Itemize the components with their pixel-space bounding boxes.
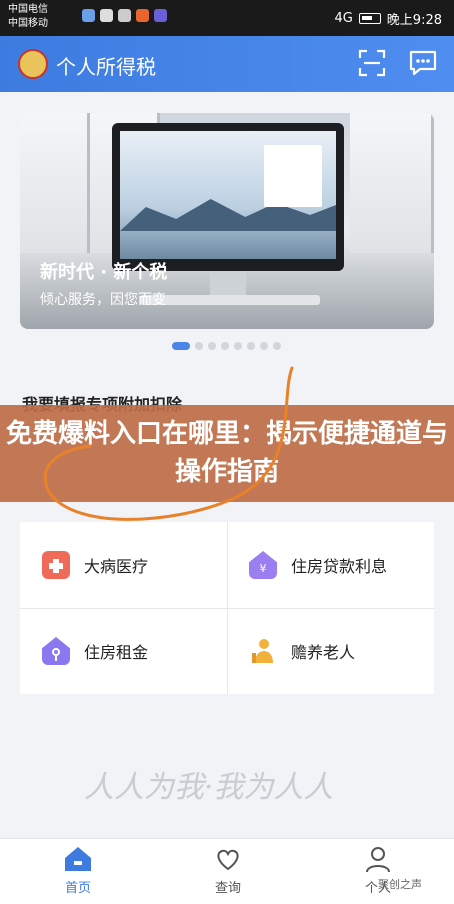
svg-text:¥: ¥ <box>260 562 267 575</box>
grid-divider <box>20 608 434 609</box>
promo-banner[interactable]: 新时代 · 新个税 倾心服务，因您而变 <box>20 113 434 329</box>
deduction-label: 大病医疗 <box>84 557 149 576</box>
annotation-scribble <box>43 366 294 521</box>
status-time: 晚上9:28 <box>386 13 442 28</box>
banner-subtitle: 倾心服务，因您而变 <box>40 292 166 308</box>
chat-notification-icon <box>100 9 113 22</box>
carrier-info: 中国电信 中国移动 <box>8 3 48 31</box>
carousel-dot[interactable] <box>260 342 268 350</box>
elder-icon <box>249 637 277 665</box>
bottom-nav: 首页 查询 个人 <box>0 838 454 904</box>
status-bar: 中国电信 中国移动 4G 晚上9:28 <box>0 0 454 36</box>
carousel-indicator[interactable] <box>172 342 281 350</box>
deduction-label: 住房贷款利息 <box>291 557 388 576</box>
slogan: 人人为我·我为人人 <box>84 770 334 805</box>
carousel-dot[interactable] <box>234 342 242 350</box>
network-type: 4G <box>334 11 353 26</box>
page-title: 个人所得税 <box>56 55 156 79</box>
screen-login-card <box>264 145 322 207</box>
window-decor <box>20 113 90 253</box>
watermark: 聚创之声 <box>378 878 422 891</box>
message-icon[interactable] <box>408 49 438 77</box>
image-notification-icon <box>118 9 131 22</box>
carrier-1: 中国电信 <box>8 4 48 15</box>
carousel-dot[interactable] <box>172 342 190 350</box>
video-notification-icon <box>136 9 149 22</box>
deduction-elderly[interactable]: 赡养老人 <box>227 608 434 694</box>
app2-notification-icon <box>154 9 167 22</box>
carousel-dot[interactable] <box>208 342 216 350</box>
deduction-rent[interactable]: 住房租金 <box>20 608 227 694</box>
scan-icon[interactable] <box>358 49 386 77</box>
carousel-dot[interactable] <box>221 342 229 350</box>
carousel-dot[interactable] <box>195 342 203 350</box>
person-icon <box>366 847 390 873</box>
battery-icon <box>358 13 381 24</box>
deduction-label: 住房租金 <box>84 643 149 662</box>
home-icon <box>65 847 91 871</box>
nav-home[interactable]: 首页 <box>38 845 118 896</box>
monitor-image <box>112 123 344 271</box>
nav-query[interactable]: 查询 <box>188 845 268 896</box>
query-icon <box>217 849 239 871</box>
nav-label: 查询 <box>214 881 241 896</box>
house-key-icon <box>42 637 70 665</box>
monitor-screen <box>120 131 336 259</box>
monitor-stand <box>210 271 246 295</box>
carrier-2: 中国移动 <box>8 18 48 29</box>
notification-icons <box>82 9 167 22</box>
medical-kit-icon <box>42 551 70 579</box>
house-yuan-icon: ¥ <box>249 551 277 579</box>
app-notification-icon <box>82 9 95 22</box>
emblem-icon <box>18 49 48 79</box>
window-decor <box>350 113 434 253</box>
deduction-label: 赡养老人 <box>291 643 356 662</box>
carousel-dot[interactable] <box>247 342 255 350</box>
status-right: 4G 晚上9:28 <box>334 9 442 28</box>
carousel-dot[interactable] <box>273 342 281 350</box>
banner-title: 新时代 · 新个税 <box>40 262 168 283</box>
nav-label: 首页 <box>64 881 91 896</box>
app-header: 个人所得税 <box>0 36 454 92</box>
keyboard-image <box>140 295 320 305</box>
